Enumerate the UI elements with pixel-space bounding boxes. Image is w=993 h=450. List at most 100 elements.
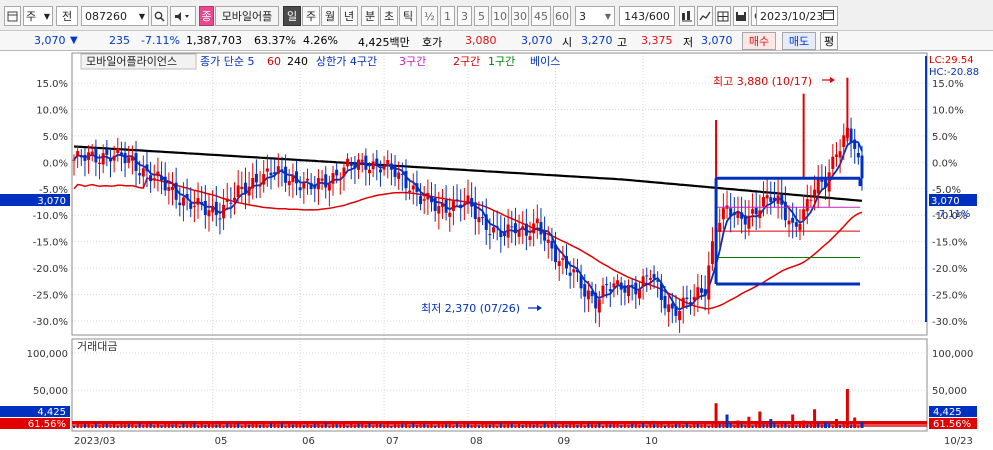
sell-button[interactable]: 매도	[782, 32, 816, 50]
volume-bar	[299, 423, 302, 428]
candle-body	[798, 223, 802, 231]
volume-bar	[467, 423, 469, 428]
volume-bar	[328, 425, 331, 428]
minute-10-button[interactable]: 10	[491, 6, 509, 26]
period-month-button[interactable]: 월	[321, 6, 339, 26]
volume-bar	[788, 425, 791, 428]
volume-bar	[682, 425, 685, 428]
minute-45-button[interactable]: 45	[531, 6, 551, 26]
volume-bar	[685, 423, 688, 428]
volume-bar	[120, 423, 123, 428]
candle-body	[338, 178, 342, 180]
market-select[interactable]: 주 ▼	[23, 6, 53, 26]
period-day-button[interactable]: 일	[283, 6, 301, 26]
y-tick-label-left: 0.0%	[43, 158, 68, 169]
save-icon[interactable]	[733, 6, 749, 26]
page-count-field[interactable]: 143/600	[619, 6, 675, 26]
volume-bar	[751, 425, 754, 428]
half-button[interactable]: ½	[421, 6, 438, 26]
candle-body	[174, 182, 178, 200]
window-layout-icon[interactable]	[4, 6, 21, 26]
volume-bar	[452, 425, 455, 428]
candle-body	[707, 265, 711, 300]
candle-body	[251, 177, 255, 189]
x-tick-label: 08	[470, 436, 483, 447]
minute-30-button[interactable]: 30	[511, 6, 529, 26]
scroll-indicator[interactable]	[925, 56, 927, 322]
candle-body	[375, 158, 379, 166]
candle-body	[225, 198, 229, 202]
period-week-button[interactable]: 주	[302, 6, 320, 26]
candle-body	[838, 151, 842, 158]
candle-body	[211, 206, 215, 213]
candle-body	[619, 282, 623, 290]
candle-body	[678, 310, 682, 321]
volume-bar	[718, 423, 721, 428]
candle-body	[565, 256, 568, 269]
candle-body	[528, 236, 532, 240]
high-annotation: 최고 3,880 (10/17)	[713, 75, 812, 88]
candle-body	[656, 280, 660, 282]
period-tick-button[interactable]: 틱	[399, 6, 417, 26]
candle-body	[382, 165, 386, 170]
x-tick-label: 10	[645, 436, 658, 447]
candle-body	[90, 151, 94, 156]
volume-bar	[237, 423, 240, 428]
candle-body	[145, 164, 149, 172]
volume-baseline-red	[72, 421, 927, 424]
volume-bar	[113, 423, 116, 428]
volume-bar	[806, 424, 809, 428]
legend-ma5: 종가 단순 5	[200, 55, 254, 68]
candle-body	[134, 153, 138, 171]
candle-body	[645, 275, 649, 277]
volume-bar	[102, 423, 105, 428]
period-minute-button[interactable]: 분	[361, 6, 379, 26]
eval-button[interactable]: 평	[820, 32, 838, 50]
candle-body	[72, 159, 76, 161]
volume-bar	[215, 424, 218, 428]
candle-body	[546, 239, 550, 243]
legend-stock-name: 모바일어플라이언스	[86, 54, 177, 68]
calendar-icon[interactable]	[823, 9, 835, 23]
volume-bar	[561, 423, 564, 428]
candle-body	[320, 178, 324, 181]
type-select[interactable]: 전	[56, 6, 78, 26]
date-field[interactable]: 2023/10/23	[756, 6, 838, 26]
speaker-icon[interactable]	[170, 6, 196, 26]
minute-60-button[interactable]: 60	[553, 6, 571, 26]
minute-3-button[interactable]: 3	[457, 6, 472, 26]
count-select[interactable]: 3 ▼	[575, 6, 615, 26]
candle-body	[444, 199, 448, 213]
grid-icon[interactable]	[715, 6, 731, 26]
minute-1-button[interactable]: 1	[440, 6, 455, 26]
volume-bar	[361, 423, 364, 428]
volume-bar	[532, 424, 535, 428]
candle-body	[740, 212, 744, 219]
stock-code-input[interactable]: 087260 ▼	[81, 6, 149, 26]
candle-body	[721, 208, 725, 220]
volume-bar	[346, 425, 349, 428]
candle-body	[517, 229, 521, 237]
volume-bar	[149, 423, 152, 428]
volume-bar	[116, 425, 119, 428]
buy-button[interactable]: 매수	[742, 32, 776, 50]
period-year-button[interactable]: 년	[340, 6, 358, 26]
candle-body	[492, 227, 496, 233]
low-price: 3,070	[701, 34, 733, 47]
volume-bar	[671, 424, 674, 428]
candle-body	[331, 173, 335, 184]
volume-bar	[459, 424, 462, 428]
minute-5-button[interactable]: 5	[474, 6, 489, 26]
volume-bar	[437, 423, 440, 428]
period-second-button[interactable]: 초	[380, 6, 398, 26]
zoom-icon[interactable]	[679, 6, 695, 26]
candle-body	[262, 174, 266, 185]
stock-chart[interactable]: 15.0%10.0%5.0%0.0%-5.0%-10.0%-15.0%-20.0…	[0, 51, 993, 450]
candle-body	[597, 299, 601, 313]
right-volume-pct: 61.56%	[933, 419, 971, 430]
candle-body	[794, 222, 798, 227]
volume-bar	[310, 425, 313, 428]
indicator-icon[interactable]	[697, 6, 713, 26]
search-icon[interactable]	[151, 6, 168, 26]
candle-body	[484, 214, 488, 230]
